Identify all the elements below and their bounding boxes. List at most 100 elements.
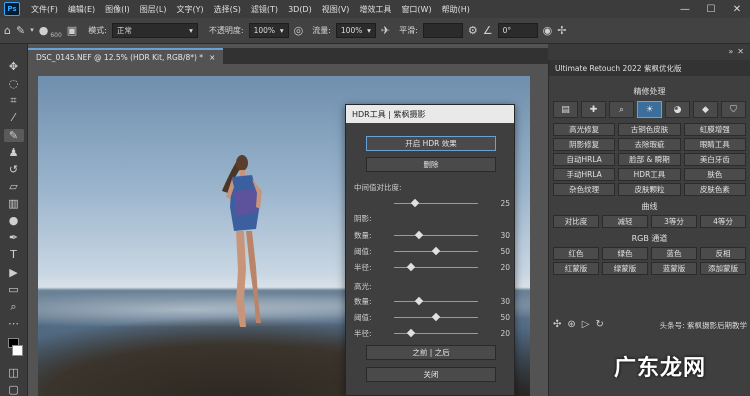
blue-button[interactable]: 蓝色: [651, 247, 697, 260]
more-tools-icon[interactable]: ⋯: [4, 317, 24, 330]
face-button[interactable]: 脸部 & 瞬期: [618, 153, 681, 166]
red-mask-button[interactable]: 红蒙版: [553, 262, 599, 275]
eye-tool-button[interactable]: 眼睛工具: [683, 138, 746, 151]
shadow-repair-button[interactable]: 阴影修复: [553, 138, 616, 151]
slider-track[interactable]: [394, 328, 478, 337]
slider-track[interactable]: [394, 296, 478, 305]
remove-blemish-button[interactable]: 去除瑕疵: [618, 138, 681, 151]
shadow-threshold-slider[interactable]: 阈值: 50: [354, 245, 510, 257]
dodge-tool-icon[interactable]: ●: [4, 214, 24, 227]
flow-field[interactable]: 100% ▾: [335, 23, 376, 38]
collapse-icon[interactable]: »: [728, 48, 733, 56]
midtone-contrast-slider[interactable]: 25: [354, 197, 510, 209]
menu-image[interactable]: 图像(I): [100, 4, 135, 15]
minimize-button[interactable]: —: [672, 4, 698, 15]
slider-thumb[interactable]: [431, 246, 441, 255]
shadow-radius-slider[interactable]: 半径: 20: [354, 261, 510, 273]
close-tab-icon[interactable]: ×: [209, 53, 215, 62]
add-mask-button[interactable]: 添加蒙版: [700, 262, 746, 275]
lasso-tool-icon[interactable]: ◌: [4, 77, 24, 90]
invert-button[interactable]: 反相: [700, 247, 746, 260]
move-tool-icon[interactable]: ✥: [4, 60, 24, 73]
chevron-down-icon[interactable]: ▾: [30, 27, 34, 34]
home-icon[interactable]: ⌂: [4, 25, 11, 36]
path-selection-tool-icon[interactable]: ▶: [4, 266, 24, 279]
menu-layer[interactable]: 图层(L): [135, 4, 172, 15]
video-icon[interactable]: ▷: [582, 320, 590, 330]
menu-file[interactable]: 文件(F): [26, 4, 63, 15]
menu-help[interactable]: 帮助(H): [437, 4, 475, 15]
shield-icon[interactable]: ⛉: [721, 101, 746, 118]
green-button[interactable]: 绿色: [602, 247, 648, 260]
delete-button[interactable]: 删除: [366, 157, 496, 172]
slider-thumb[interactable]: [410, 198, 420, 207]
menu-plugins[interactable]: 增效工具: [354, 4, 396, 15]
shadow-amount-slider[interactable]: 数量: 30: [354, 229, 510, 241]
symmetry-icon[interactable]: ✢: [557, 25, 566, 36]
mode-select[interactable]: 正常 ▾: [111, 23, 198, 38]
globe-icon[interactable]: ⊛: [567, 320, 575, 330]
whiten-teeth-button[interactable]: 美白牙齿: [683, 153, 746, 166]
healing-icon[interactable]: ✚: [581, 101, 606, 118]
green-mask-button[interactable]: 绿蒙版: [602, 262, 648, 275]
clone-stamp-tool-icon[interactable]: ♟: [4, 146, 24, 159]
lighten-button[interactable]: 减轻: [602, 215, 648, 228]
highlight-radius-slider[interactable]: 半径: 20: [354, 327, 510, 339]
search-icon[interactable]: ⌕: [609, 101, 634, 118]
skin-pigment-button[interactable]: 皮肤色素: [683, 183, 746, 196]
rectangle-tool-icon[interactable]: ▭: [4, 283, 24, 296]
auto-hrla-button[interactable]: 自动HRLA: [553, 153, 616, 166]
highlight-amount-slider[interactable]: 数量: 30: [354, 295, 510, 307]
close-window-button[interactable]: ✕: [724, 4, 750, 15]
slider-track[interactable]: [394, 312, 478, 321]
pen-tool-icon[interactable]: ✒: [4, 231, 24, 244]
menu-filter[interactable]: 滤镜(T): [246, 4, 283, 15]
sun-icon[interactable]: ☀: [637, 101, 662, 118]
smoothing-settings-icon[interactable]: ⚙: [468, 25, 478, 36]
slider-thumb[interactable]: [406, 328, 416, 337]
red-button[interactable]: 红色: [553, 247, 599, 260]
menu-type[interactable]: 文字(Y): [171, 4, 208, 15]
sparkle-icon[interactable]: ✣: [553, 320, 561, 330]
document-tab[interactable]: DSC_0145.NEF @ 12.5% (HDR Kit, RGB/8*) *…: [28, 48, 224, 64]
slider-thumb[interactable]: [414, 230, 424, 239]
brush-settings-icon[interactable]: ▣: [67, 25, 77, 36]
bronze-skin-button[interactable]: 古铜色皮肤: [618, 123, 681, 136]
pressure-size-icon[interactable]: ◉: [543, 25, 553, 36]
highlight-threshold-slider[interactable]: 阈值: 50: [354, 311, 510, 323]
type-tool-icon[interactable]: T: [4, 248, 24, 261]
history-brush-tool-icon[interactable]: ↺: [4, 163, 24, 176]
contrast-button[interactable]: 对比度: [553, 215, 599, 228]
angle-field[interactable]: 0°: [497, 23, 538, 38]
background-color-swatch[interactable]: [12, 345, 23, 356]
slider-thumb[interactable]: [406, 262, 416, 271]
skin-grain-button[interactable]: 皮肤颗粒: [618, 183, 681, 196]
close-panel-icon[interactable]: ✕: [737, 48, 744, 56]
blue-mask-button[interactable]: 蓝蒙版: [651, 262, 697, 275]
menu-window[interactable]: 窗口(W): [396, 4, 436, 15]
slider-thumb[interactable]: [431, 312, 441, 321]
manual-hrla-button[interactable]: 手动HRLA: [553, 168, 616, 181]
zoom-tool-icon[interactable]: ⌕: [4, 300, 24, 313]
thirds-button[interactable]: 3等分: [651, 215, 697, 228]
menu-select[interactable]: 选择(S): [209, 4, 246, 15]
slider-track[interactable]: [394, 246, 478, 255]
document-icon[interactable]: ▤: [553, 101, 578, 118]
hdr-tool-button[interactable]: HDR工具: [618, 168, 681, 181]
close-dialog-button[interactable]: 关闭: [366, 367, 496, 382]
quick-mask-icon[interactable]: ◫: [4, 366, 24, 379]
color-circles-icon[interactable]: ◕: [665, 101, 690, 118]
opacity-field[interactable]: 100% ▾: [248, 23, 289, 38]
airbrush-icon[interactable]: ✈: [381, 25, 390, 36]
brush-tool-icon[interactable]: ✎: [3, 128, 24, 142]
maximize-button[interactable]: ☐: [698, 4, 724, 15]
slider-track[interactable]: [394, 198, 478, 207]
diamond-icon[interactable]: ◆: [693, 101, 718, 118]
eyedropper-tool-icon[interactable]: ⁄: [4, 111, 24, 124]
screen-mode-icon[interactable]: ▢: [4, 383, 24, 396]
menu-3d[interactable]: 3D(D): [283, 5, 317, 14]
eraser-tool-icon[interactable]: ▱: [4, 180, 24, 193]
brush-tool-icon[interactable]: ✎: [16, 25, 25, 36]
refresh-icon[interactable]: ↻: [595, 320, 603, 330]
noise-texture-button[interactable]: 杂色纹理: [553, 183, 616, 196]
